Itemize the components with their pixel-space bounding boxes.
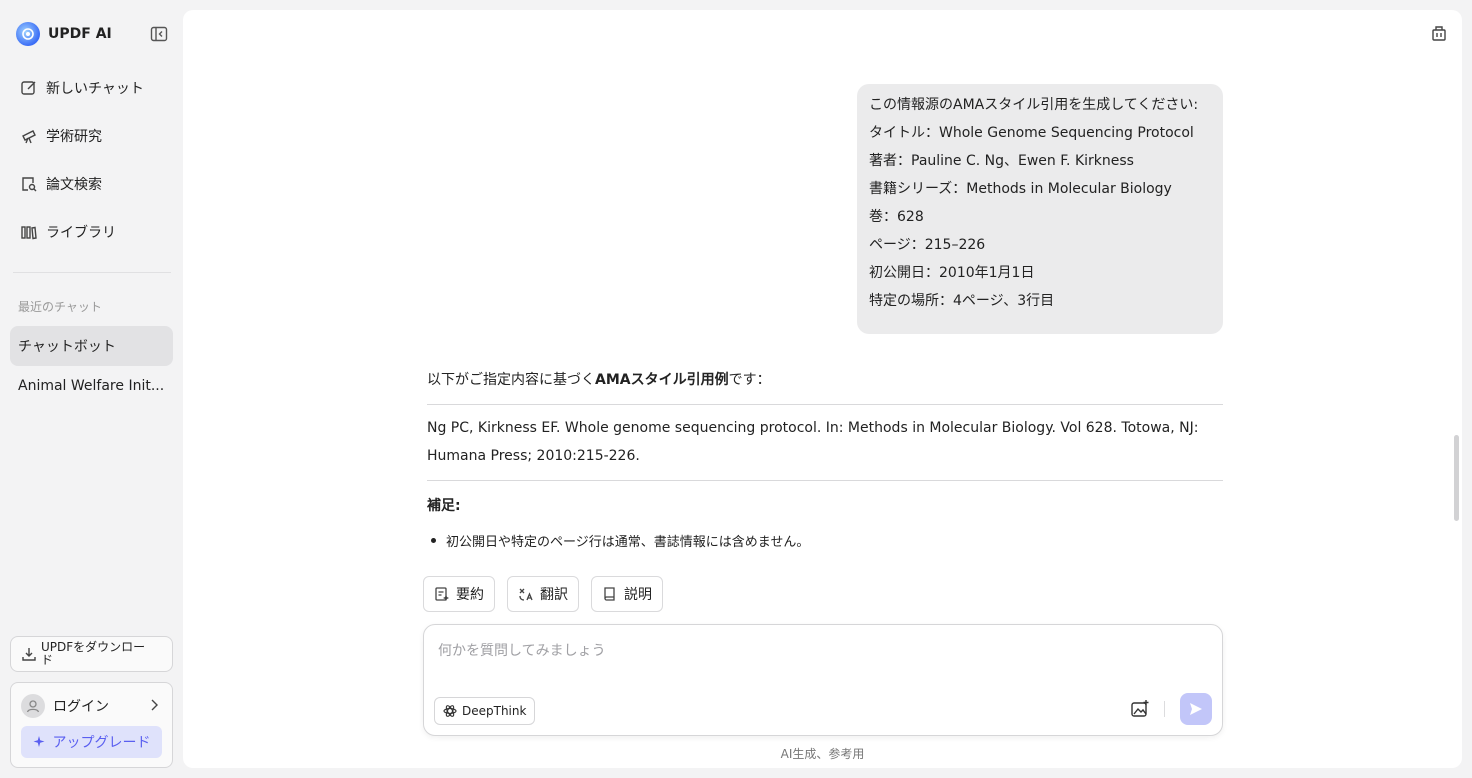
collapse-sidebar-icon[interactable]	[150, 25, 168, 43]
sidebar-item-label: ライブラリ	[46, 225, 116, 241]
telescope-icon	[22, 130, 36, 144]
sidebar-item-academic-research[interactable]: 学術研究	[12, 118, 172, 154]
note-title: 補足:	[427, 498, 461, 514]
document-search-icon	[22, 177, 37, 192]
citation-line: Humana Press; 2010:215-226.	[427, 448, 640, 464]
deepthink-toggle[interactable]: DeepThink	[434, 697, 536, 725]
scrollbar[interactable]	[1454, 435, 1459, 521]
summarize-label: 要約	[456, 587, 484, 603]
login-row[interactable]: ログイン	[21, 694, 161, 718]
recent-chat-item[interactable]: Animal Welfare Init...	[10, 366, 173, 406]
atom-icon	[443, 705, 457, 717]
citation-line: Ng PC, Kirkness EF. Whole genome sequenc…	[427, 420, 1199, 436]
upgrade-button[interactable]: アップグレード	[21, 726, 162, 758]
download-updf-button[interactable]: UPDFをダウンロード	[10, 636, 173, 672]
sidebar-item-label: 論文検索	[46, 177, 102, 193]
download-icon	[22, 648, 36, 661]
send-icon	[1190, 703, 1202, 715]
account-panel: ログイン アップグレード	[10, 682, 173, 768]
sidebar-divider	[13, 272, 171, 273]
upload-image-icon[interactable]	[1130, 699, 1150, 719]
recent-chats-list: チャットボット Animal Welfare Init...	[10, 326, 173, 406]
answer-intro-prefix: 以下がご指定内容に基づく	[427, 372, 595, 388]
deepthink-label: DeepThink	[462, 704, 527, 718]
chat-input[interactable]	[438, 643, 1198, 659]
answer-divider	[427, 480, 1223, 481]
updf-logo-icon	[16, 22, 40, 46]
sidebar-item-new-chat[interactable]: 新しいチャット	[12, 70, 172, 106]
quick-actions: 要約 翻訳 説明	[423, 576, 663, 612]
user-message-line: タイトル：Whole Genome Sequencing Protocol	[869, 125, 1194, 141]
clear-chat-icon[interactable]	[1430, 24, 1448, 42]
chat-panel: この情報源のAMAスタイル引用を生成してください: タイトル：Whole Gen…	[183, 10, 1462, 768]
answer-divider	[427, 404, 1223, 405]
answer-intro-suffix: です：	[728, 372, 771, 388]
explain-label: 説明	[624, 587, 652, 603]
user-message-line: 特定の場所：4ページ、3行目	[869, 293, 1055, 309]
upgrade-label: アップグレード	[52, 735, 151, 751]
brand[interactable]: UPDF AI	[16, 22, 112, 46]
bullet-icon	[431, 538, 436, 543]
sidebar-item-label: 学術研究	[46, 129, 102, 145]
login-label: ログイン	[53, 699, 109, 715]
recent-chat-item[interactable]: チャットボット	[10, 326, 173, 366]
new-chat-icon	[21, 81, 36, 95]
sidebar-item-paper-search[interactable]: 論文検索	[12, 166, 172, 202]
download-updf-label: UPDFをダウンロード	[41, 640, 146, 667]
user-message-line: 巻：628	[869, 209, 924, 225]
recent-chats-title: 最近のチャット	[18, 300, 102, 314]
sidebar-nav: 新しいチャット 学術研究 論文検索 ライブラリ	[12, 70, 172, 262]
summarize-icon	[435, 587, 449, 601]
chevron-right-icon	[151, 699, 158, 711]
sparkle-icon	[33, 736, 44, 747]
user-message-line: 初公開日：2010年1月1日	[869, 265, 1035, 281]
avatar-icon	[21, 694, 45, 718]
answer-intro: 以下がご指定内容に基づくAMAスタイル引用例です：	[427, 366, 1223, 394]
book-icon	[604, 587, 615, 601]
note-text: 初公開日や特定のページ行は通常、書誌情報には含めません。	[446, 535, 810, 550]
composer: DeepThink	[423, 624, 1223, 736]
sidebar: UPDF AI 新しいチャット 学術研究 論文検索 ライブラリ 最近のチャット …	[0, 0, 183, 778]
send-button[interactable]	[1180, 693, 1212, 725]
user-message-line: 著者：Pauline C. Ng、Ewen F. Kirkness	[869, 153, 1134, 169]
translate-label: 翻訳	[540, 587, 568, 603]
assistant-answer: 以下がご指定内容に基づくAMAスタイル引用例です： Ng PC, Kirknes…	[427, 366, 1223, 550]
brand-name: UPDF AI	[48, 26, 112, 42]
note-item: 初公開日や特定のページ行は通常、書誌情報には含めません。	[427, 531, 1223, 550]
library-icon	[21, 226, 37, 240]
user-message-line: この情報源のAMAスタイル引用を生成してください:	[869, 97, 1199, 113]
answer-intro-bold: AMAスタイル引用例	[595, 372, 729, 388]
citation-text: Ng PC, Kirkness EF. Whole genome sequenc…	[427, 414, 1223, 470]
sidebar-item-library[interactable]: ライブラリ	[12, 214, 172, 250]
translate-button[interactable]: 翻訳	[507, 576, 579, 612]
user-message-bubble: この情報源のAMAスタイル引用を生成してください: タイトル：Whole Gen…	[857, 84, 1223, 334]
user-message-line: 書籍シリーズ：Methods in Molecular Biology	[869, 181, 1172, 197]
composer-separator	[1164, 701, 1165, 717]
explain-button[interactable]: 説明	[591, 576, 663, 612]
sidebar-item-label: 新しいチャット	[46, 81, 144, 97]
summarize-button[interactable]: 要約	[423, 576, 495, 612]
ai-disclaimer: AI生成、参考用	[780, 747, 865, 761]
user-message-line: ページ：215–226	[869, 237, 986, 253]
translate-icon	[519, 588, 533, 601]
